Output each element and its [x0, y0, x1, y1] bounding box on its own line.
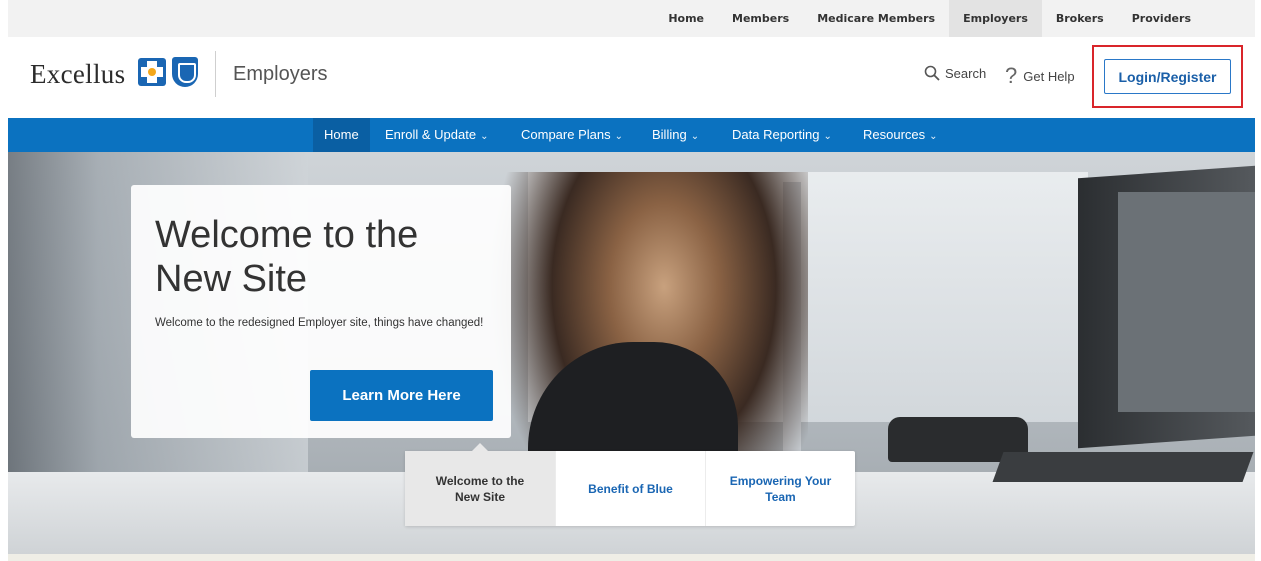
main-nav-billing[interactable]: Billing ⌄ — [652, 118, 699, 152]
audience-nav-members[interactable]: Members — [718, 0, 803, 37]
search-label: Search — [945, 65, 987, 81]
main-nav-data-reporting[interactable]: Data Reporting ⌄ — [732, 118, 832, 152]
chevron-down-icon: ⌄ — [929, 131, 938, 142]
audience-nav: Home Members Medicare Members Employers … — [654, 0, 1205, 44]
hero-tab-benefit-of-blue[interactable]: Benefit of Blue — [555, 451, 705, 526]
utility-bar: Home Members Medicare Members Employers … — [8, 0, 1255, 44]
main-nav-compare-plans[interactable]: Compare Plans ⌄ — [521, 118, 623, 152]
learn-more-button[interactable]: Learn More Here — [310, 370, 493, 421]
help-icon: ? — [1005, 63, 1018, 88]
alert-strip — [8, 554, 1255, 561]
audience-nav-employers[interactable]: Employers — [949, 0, 1042, 44]
main-nav-enroll-update[interactable]: Enroll & Update ⌄ — [385, 118, 488, 152]
site-header: Excellus Employers Search ? Get Help Log… — [8, 37, 1255, 118]
chevron-down-icon: ⌄ — [480, 131, 489, 142]
section-title: Employers — [233, 63, 328, 85]
blue-shield-icon — [172, 57, 198, 87]
main-nav-label: Enroll & Update — [385, 127, 477, 142]
search-icon — [924, 65, 940, 81]
header-divider — [215, 51, 216, 97]
main-nav: Home Enroll & Update ⌄ Compare Plans ⌄ Bil… — [8, 118, 1255, 152]
hero-photo-keyboard — [992, 452, 1254, 482]
hero-banner: Welcome to the New Site Welcome to the r… — [8, 152, 1255, 554]
audience-nav-medicare-members[interactable]: Medicare Members — [803, 0, 949, 37]
hero-title: Welcome to the New Site — [155, 214, 419, 300]
main-nav-label: Billing — [652, 127, 687, 142]
audience-nav-providers[interactable]: Providers — [1118, 0, 1205, 37]
welcome-card: Welcome to the New Site Welcome to the r… — [131, 185, 511, 438]
hero-text: Welcome to the redesigned Employer site,… — [155, 317, 484, 329]
main-nav-label: Resources — [863, 127, 926, 142]
main-nav-home[interactable]: Home — [313, 118, 370, 152]
search-link[interactable]: Search — [924, 65, 986, 81]
login-highlight-box: Login/Register — [1092, 45, 1243, 108]
hero-tab-welcome[interactable]: Welcome to the New Site — [405, 443, 555, 526]
login-register-button[interactable]: Login/Register — [1104, 59, 1231, 94]
main-nav-label: Home — [324, 127, 359, 142]
help-label: Get Help — [1023, 68, 1075, 84]
get-help-link[interactable]: ? Get Help — [1005, 63, 1075, 89]
chevron-down-icon: ⌄ — [823, 131, 832, 142]
hero-tab-empowering-your-team[interactable]: Empowering Your Team — [705, 451, 855, 526]
audience-nav-brokers[interactable]: Brokers — [1042, 0, 1118, 37]
main-nav-label: Data Reporting — [732, 127, 820, 142]
brand-logo-text[interactable]: Excellus — [30, 59, 125, 90]
hero-tabs: Welcome to the New Site Benefit of Blue … — [405, 443, 855, 526]
chevron-down-icon: ⌄ — [614, 131, 623, 142]
main-nav-resources[interactable]: Resources ⌄ — [863, 118, 938, 152]
main-nav-label: Compare Plans — [521, 127, 611, 142]
chevron-down-icon: ⌄ — [690, 131, 700, 142]
audience-nav-home[interactable]: Home — [654, 0, 718, 37]
blue-cross-icon — [138, 58, 166, 86]
hero-photo-monitor-screen — [1118, 192, 1255, 412]
